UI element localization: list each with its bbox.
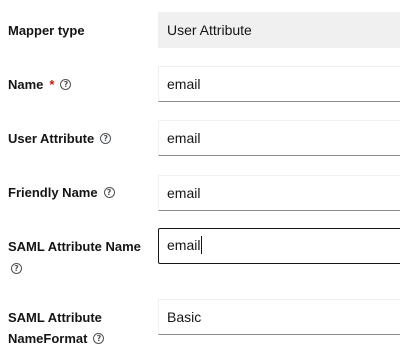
saml-attribute-name-input[interactable]: email — [158, 228, 400, 264]
friendly-name-input[interactable]: email — [158, 175, 400, 211]
user-attribute-label-text: User Attribute — [8, 131, 95, 146]
saml-attribute-nameformat-label-line2: NameFormat? — [8, 329, 105, 348]
mapper-type-label: Mapper type — [8, 23, 85, 38]
help-circle-icon[interactable]: ? — [100, 133, 112, 145]
saml-attribute-nameformat-value: Basic — [167, 309, 202, 325]
name-label: Name *? — [8, 75, 72, 94]
saml-attribute-name-input-value: email — [167, 237, 201, 253]
mapper-type-field: User Attribute — [158, 12, 400, 48]
required-indicator: * — [49, 77, 55, 92]
help-circle-icon[interactable]: ? — [60, 79, 72, 91]
text-caret — [201, 236, 203, 255]
name-label-text: Name — [8, 77, 44, 92]
user-attribute-input[interactable]: email — [158, 120, 400, 156]
saml-attribute-nameformat-select[interactable]: Basic — [158, 299, 400, 335]
help-circle-icon[interactable]: ? — [103, 187, 115, 199]
user-attribute-label: User Attribute? — [8, 129, 112, 148]
saml-attribute-nameformat-label-text: NameFormat — [8, 331, 88, 346]
saml-attribute-nameformat-label-line1: SAML Attribute — [8, 310, 102, 325]
name-input-value: email — [167, 76, 201, 92]
friendly-name-label: Friendly Name? — [8, 183, 115, 202]
friendly-name-input-value: email — [167, 185, 201, 201]
user-attribute-input-value: email — [167, 130, 201, 146]
help-circle-icon[interactable]: ? — [11, 263, 22, 274]
name-input[interactable]: email — [158, 66, 400, 102]
saml-attribute-name-label: SAML Attribute Name — [8, 239, 141, 254]
help-circle-icon[interactable]: ? — [93, 333, 105, 345]
mapper-type-value: User Attribute — [167, 22, 252, 38]
friendly-name-label-text: Friendly Name — [8, 185, 98, 200]
